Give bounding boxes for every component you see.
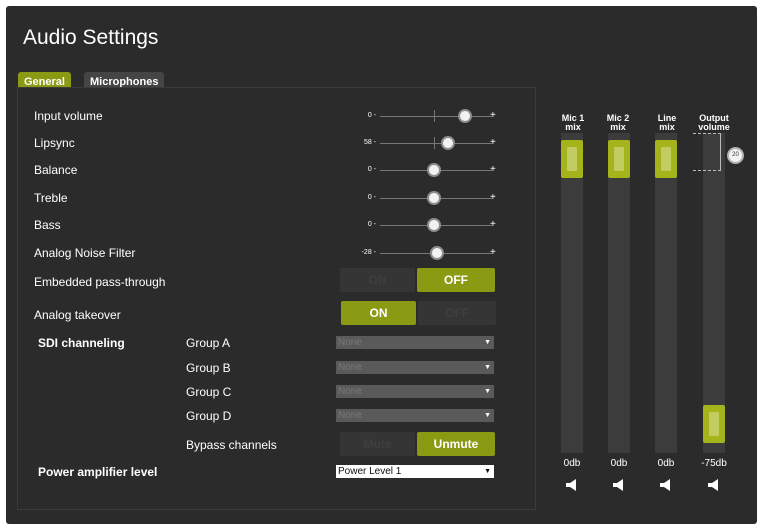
speaker-icon[interactable] [707,478,721,492]
power-level-value: Power Level 1 [338,466,402,477]
slider-label: Analog Noise Filter [34,246,136,260]
fader-grip [614,147,624,171]
bypass-channels-label: Bypass channels [186,438,277,452]
group-c-value: None [338,386,362,397]
sdi-channeling-label: SDI channeling [38,336,125,350]
slider-value: 0 - [367,166,376,173]
slider-label: Treble [34,191,68,205]
slider-thumb[interactable] [458,109,472,123]
slider-thumb[interactable] [427,218,441,232]
fader-grip [661,147,671,171]
fader-track-line[interactable] [655,133,677,453]
page-title: Audio Settings [23,26,159,49]
group-d-select[interactable]: None ▼ [336,409,494,422]
slider-label: Bass [34,218,61,232]
fader-label-line: Line mix [650,114,684,132]
slider-plus: + [490,137,496,148]
mute-button[interactable]: Mute [340,432,415,456]
chevron-down-icon: ▼ [484,468,491,475]
slider-thumb[interactable] [441,136,455,150]
fader-label-output: Output volume [689,114,739,132]
group-c-select[interactable]: None ▼ [336,385,494,398]
speaker-icon[interactable] [565,478,579,492]
fader-label-line: mix [659,122,675,132]
group-d-label: Group D [186,409,232,423]
slider-label: Input volume [34,109,103,123]
chevron-down-icon: ▼ [484,339,491,346]
slider-value: 58 - [363,139,376,146]
speaker-icon[interactable] [612,478,626,492]
slider-thumb[interactable] [430,246,444,260]
group-b-value: None [338,362,362,373]
speaker-icon[interactable] [659,478,673,492]
slider-value: -28 - [361,249,376,256]
slider-label: Lipsync [34,136,75,150]
unmute-button[interactable]: Unmute [417,432,495,456]
analog-takeover-label: Analog takeover [34,308,121,322]
chevron-down-icon: ▼ [484,388,491,395]
fader-handle-line[interactable] [655,140,677,178]
embedded-pass-through-label: Embedded pass-through [34,275,166,289]
group-b-label: Group B [186,361,231,375]
slider-value: 0 - [367,194,376,201]
slider-thumb[interactable] [427,191,441,205]
group-a-label: Group A [186,336,231,350]
fader-db-line: 0db [657,458,675,469]
fader-track-mic1[interactable] [561,133,583,453]
group-b-select[interactable]: None ▼ [336,361,494,374]
group-a-value: None [338,337,362,348]
embedded-on-button[interactable]: ON [340,268,415,292]
slider-center-mark [434,110,435,122]
slider-value: 0 - [367,221,376,228]
slider-value: 0 - [367,112,376,119]
fader-label-mic1: Mic 1 mix [556,114,590,132]
output-volume-knob[interactable]: 20 [727,147,744,164]
fader-track-mic2[interactable] [608,133,630,453]
fader-label-line: volume [698,122,730,132]
fader-handle-output[interactable] [703,405,725,443]
power-amplifier-level-label: Power amplifier level [38,465,158,479]
slider-center-mark [434,137,435,149]
fader-grip [567,147,577,171]
chevron-down-icon: ▼ [484,364,491,371]
slider-plus: + [490,247,496,258]
fader-db-mic2: 0db [610,458,628,469]
fader-handle-mic2[interactable] [608,140,630,178]
embedded-off-button[interactable]: OFF [417,268,495,292]
slider-plus: + [490,192,496,203]
analog-on-button[interactable]: ON [341,301,416,325]
slider-thumb[interactable] [427,163,441,177]
group-d-value: None [338,410,362,421]
power-level-select[interactable]: Power Level 1 ▼ [336,465,494,478]
slider-track[interactable] [380,116,492,117]
slider-label: Balance [34,163,78,177]
fader-label-mic2: Mic 2 mix [601,114,635,132]
group-c-label: Group C [186,385,232,399]
fader-label-line: mix [610,122,626,132]
fader-db-mic1: 0db [563,458,581,469]
group-a-select[interactable]: None ▼ [336,336,494,349]
fader-grip [709,412,719,436]
slider-track[interactable] [380,143,492,144]
fader-db-output: -75db [701,458,727,469]
slider-plus: + [490,164,496,175]
analog-off-button[interactable]: OFF [418,301,496,325]
output-range-bracket [693,133,721,171]
slider-plus: + [490,110,496,121]
fader-handle-mic1[interactable] [561,140,583,178]
slider-plus: + [490,219,496,230]
chevron-down-icon: ▼ [484,412,491,419]
fader-label-line: mix [565,122,581,132]
